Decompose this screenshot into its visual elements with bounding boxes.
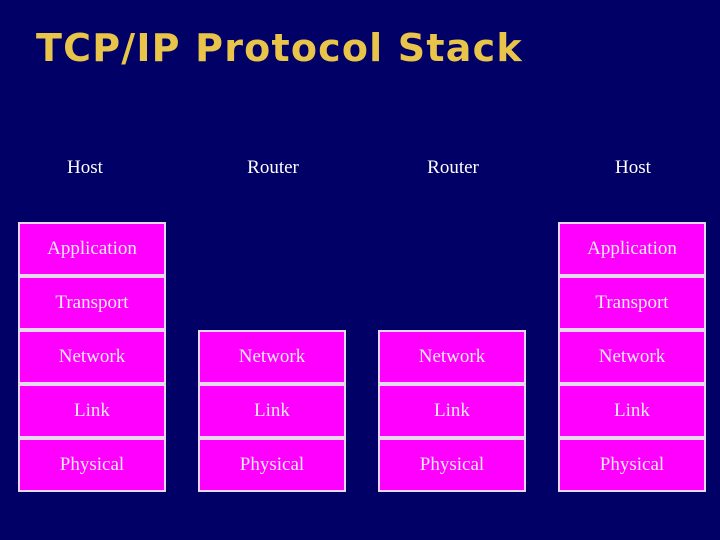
layer-box[interactable]: Network	[558, 330, 706, 384]
layer-box[interactable]: Link	[198, 384, 346, 438]
layer-label: Physical	[599, 454, 665, 475]
layer-box[interactable]: Physical	[18, 438, 166, 492]
page-title: TCP/IP Protocol Stack	[36, 26, 523, 70]
layer-label: Application	[587, 238, 677, 259]
slide-canvas: TCP/IP Protocol Stack Host Router Router Ho…	[0, 0, 720, 540]
layer-label: Network	[238, 346, 306, 367]
layer-box[interactable]: Application	[558, 222, 706, 276]
layer-box[interactable]: Physical	[198, 438, 346, 492]
layer-box[interactable]: Physical	[378, 438, 526, 492]
layer-label: Network	[598, 346, 666, 367]
layer-box[interactable]: Link	[558, 384, 706, 438]
layer-box[interactable]: Transport	[558, 276, 706, 330]
layer-label: Link	[434, 400, 470, 421]
layer-label: Network	[58, 346, 126, 367]
column-header-1: Host	[67, 157, 103, 178]
layer-label: Physical	[59, 454, 125, 475]
layer-box[interactable]: Network	[18, 330, 166, 384]
layer-box[interactable]: Physical	[558, 438, 706, 492]
layer-box[interactable]: Link	[18, 384, 166, 438]
layer-label: Link	[614, 400, 650, 421]
layer-box[interactable]: Network	[198, 330, 346, 384]
column-header-3: Router	[427, 157, 479, 178]
layer-box[interactable]: Network	[378, 330, 526, 384]
column-header-2: Router	[247, 157, 299, 178]
column-header-4: Host	[615, 157, 651, 178]
layer-label: Network	[418, 346, 486, 367]
layer-box[interactable]: Link	[378, 384, 526, 438]
layer-label: Transport	[595, 292, 669, 313]
layer-label: Transport	[55, 292, 129, 313]
layer-label: Application	[47, 238, 137, 259]
layer-box[interactable]: Application	[18, 222, 166, 276]
layer-box[interactable]: Transport	[18, 276, 166, 330]
layer-label: Link	[74, 400, 110, 421]
layer-label: Link	[254, 400, 290, 421]
layer-label: Physical	[419, 454, 485, 475]
layer-label: Physical	[239, 454, 305, 475]
